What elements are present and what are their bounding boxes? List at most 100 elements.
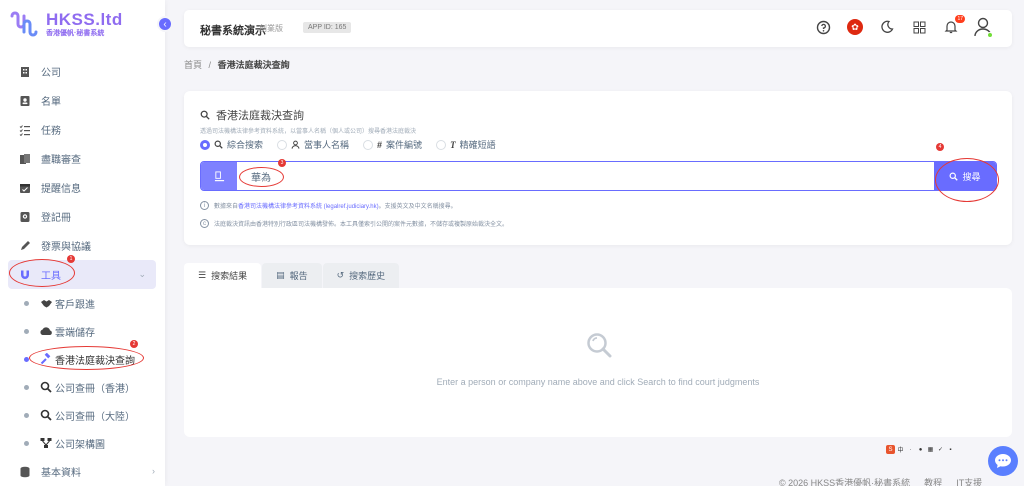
person-icon [291, 140, 300, 149]
brand-subtitle: 香港優帆·秘書系統 [46, 29, 105, 37]
note-suffix: 。支援英文及中文名稱搜尋。 [378, 204, 457, 210]
search-icon [39, 408, 53, 422]
bullet-dot [24, 300, 29, 306]
checklist-icon [18, 123, 32, 137]
sidebar-subitem-cloud-storage[interactable]: 雲端儲存 [0, 317, 165, 345]
copyright-note: c 法庭裁決資訊由香港特別行政區司法機構發佈。本工具僅索引公開的案件元數據，不儲… [200, 219, 508, 228]
sidebar-item-label: 登記冊 [41, 213, 71, 224]
radio-unselected[interactable] [436, 139, 447, 150]
database-icon [18, 465, 32, 479]
sidebar-item-label: 公司 [41, 68, 61, 79]
sidebar-subitem-client-followup[interactable]: 客戶跟進 [0, 289, 165, 317]
annotation-ring-query [239, 167, 284, 187]
history-icon: ↺ [336, 270, 345, 280]
footer-tutorial-link[interactable]: 教程 [924, 476, 942, 486]
sidebar-item-due-diligence[interactable]: 盡職審查 [0, 144, 165, 173]
tab-search-results[interactable]: ☰ 搜索結果 [184, 263, 262, 288]
search-icon [214, 140, 223, 149]
mode-party-name[interactable]: 當事人名稱 [277, 138, 349, 151]
sidebar-item-contacts[interactable]: 名單 [0, 86, 165, 115]
contacts-icon [18, 94, 32, 108]
annotation-ring-tools [9, 259, 75, 287]
annotation-mark-3: 3 [278, 159, 286, 167]
online-status-dot [987, 32, 993, 38]
breadcrumb-home[interactable]: 首頁 [184, 60, 202, 70]
mode-label: 當事人名稱 [304, 140, 350, 150]
document-icon: ▤ [276, 270, 285, 280]
search-input[interactable] [237, 162, 934, 190]
search-bar: 搜尋 [200, 161, 997, 191]
sidebar-item-label: 客戶跟進 [55, 299, 95, 311]
notification-bell-icon[interactable]: 17 [940, 15, 965, 38]
calendar-icon [18, 181, 32, 195]
hash-icon: # [377, 139, 383, 150]
sidebar-subitem-org-chart[interactable]: 公司架構圖 [0, 429, 165, 457]
sidebar-item-company[interactable]: 公司 [0, 57, 165, 86]
sidebar-item-label: 雲端儲存 [55, 327, 95, 339]
ime-punctuation-icon[interactable]: · [906, 445, 915, 454]
annotation-ring-court [29, 346, 144, 370]
chat-button[interactable] [988, 446, 1018, 476]
sidebar-item-label: 盡職審查 [41, 155, 81, 166]
mode-label: 精確短語 [459, 140, 496, 150]
ime-keyboard-icon[interactable]: ▦ [926, 445, 935, 454]
bullet-dot [24, 412, 29, 418]
tab-label: 搜索結果 [211, 271, 248, 281]
gavel-icon [201, 162, 237, 190]
ime-toolbar[interactable]: S 中 · ● ▦ ✓ ▪ [886, 445, 955, 454]
mode-case-number[interactable]: # 案件編號 [363, 138, 422, 151]
search-icon [200, 110, 210, 120]
tab-report[interactable]: ▤ 報告 [262, 263, 322, 288]
search-description: 透過司法機構法律參考資料系統，以當事人名稱（個人或公司）搜尋香港法庭裁決 [200, 129, 417, 135]
sidebar-item-label: 基本資料 [41, 468, 81, 479]
tab-search-history[interactable]: ↺ 搜索歷史 [322, 263, 400, 288]
cloud-icon [39, 324, 53, 338]
sidebar-item-tasks[interactable]: 任務 [0, 115, 165, 144]
sidebar-item-reminders[interactable]: 提醒信息 [0, 173, 165, 202]
sidebar-subitem-company-search-hk[interactable]: 公司查冊（香港） [0, 373, 165, 401]
avatar[interactable] [972, 16, 994, 38]
footer-support-link[interactable]: IT支援 [956, 476, 982, 486]
radio-unselected[interactable] [363, 139, 374, 150]
brand-name: HKSS.ltd [46, 9, 123, 29]
sidebar-item-label: 公司架構圖 [55, 439, 105, 451]
search-title: 香港法庭裁決查詢 [216, 110, 304, 122]
info-icon: i [200, 201, 209, 210]
mode-combined[interactable]: 綜合搜索 [200, 138, 263, 151]
sidebar-item-label: 公司查冊（香港） [55, 383, 135, 395]
edition-label: 創業版 [259, 24, 283, 33]
sidebar-collapse-button[interactable]: ‹ [157, 16, 173, 32]
apps-grid-icon[interactable] [908, 16, 930, 38]
mode-exact-phrase[interactable]: T 精確短語 [436, 138, 496, 151]
hk-flag-icon[interactable]: ✿ [844, 16, 866, 38]
sidebar-item-register[interactable]: 登記冊 [0, 202, 165, 231]
ime-menu-icon[interactable]: ▪ [946, 445, 955, 454]
ime-mic-icon[interactable]: ● [916, 445, 925, 454]
sidebar-item-label: 名單 [41, 97, 61, 108]
breadcrumb: 首頁 / 香港法庭裁決查詢 [184, 58, 290, 71]
radio-unselected[interactable] [277, 139, 288, 150]
text-icon: T [450, 139, 456, 150]
sidebar-item-invoices[interactable]: 發票與協議 [0, 231, 165, 260]
sidebar-item-basic-data[interactable]: 基本資料 › [0, 457, 165, 486]
ime-skin-icon[interactable]: ✓ [936, 445, 945, 454]
mode-label: 綜合搜索 [227, 140, 264, 150]
search-card: 香港法庭裁決查詢 透過司法機構法律參考資料系統，以當事人名稱（個人或公司）搜尋香… [184, 91, 1012, 245]
help-icon[interactable] [812, 16, 834, 38]
app-title: 秘書系統演示 [200, 25, 266, 37]
building-icon [18, 65, 32, 79]
ime-logo-icon[interactable]: S [886, 445, 895, 454]
legalref-link[interactable]: 香港司法機構法律參考資料系統 (legalref.judiciary.hk) [238, 204, 379, 210]
radio-selected[interactable] [200, 139, 210, 150]
chat-icon [995, 454, 1011, 468]
chevron-right-icon: › [152, 466, 155, 476]
top-icons: ✿ 17 [812, 15, 994, 38]
brand-logo[interactable]: HKSS.ltd 香港優帆·秘書系統 [8, 10, 123, 38]
sidebar-subitem-company-search-cn[interactable]: 公司查冊（大陸） [0, 401, 165, 429]
annotation-ring-search [935, 158, 999, 202]
footer: © 2026 HKSS香港優帆·秘書系統 教程 IT支援 [779, 476, 982, 486]
empty-state-text: Enter a person or company name above and… [436, 377, 760, 387]
documents-icon [18, 152, 32, 166]
dark-mode-icon[interactable] [876, 16, 898, 38]
ime-chinese-icon[interactable]: 中 [896, 445, 905, 454]
